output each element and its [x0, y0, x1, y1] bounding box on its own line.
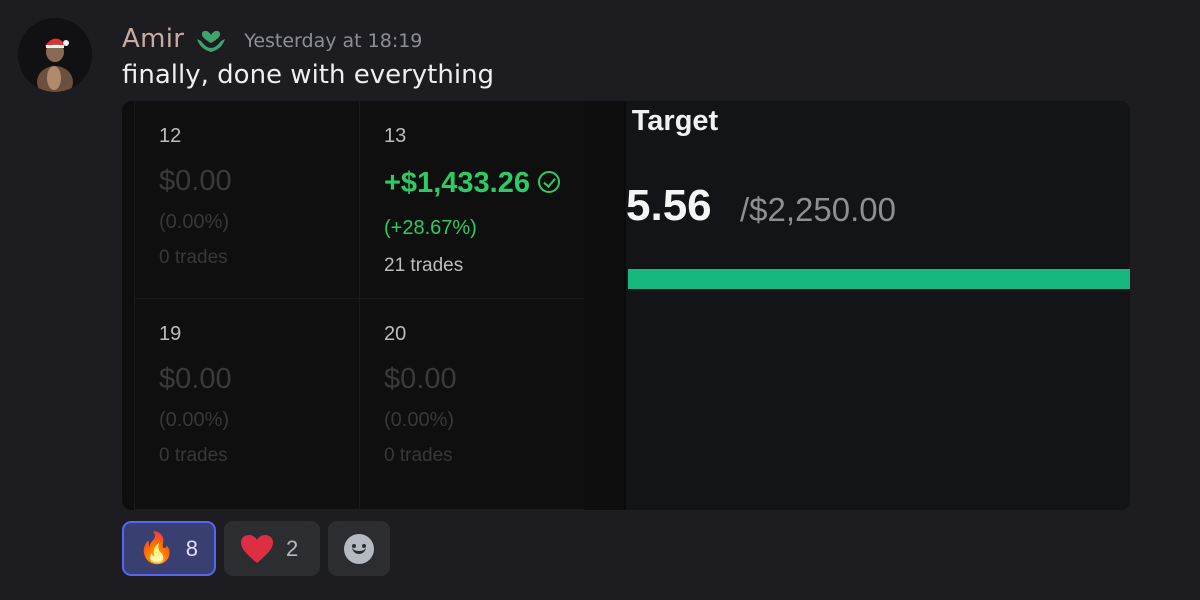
day-pnl: $0.00 [159, 363, 232, 395]
profit-target-panel: t Target 5.56 /$2,250.00 [614, 101, 1130, 510]
image-attachment[interactable]: t Target 5.56 /$2,250.00 12 $0.00 (0.00%… [122, 101, 1130, 510]
target-progress-fill [628, 269, 1130, 289]
calendar-day-cell: 12 $0.00 (0.00%) 0 trades [134, 101, 359, 299]
check-circle-icon [537, 171, 560, 194]
add-reaction-icon [344, 533, 374, 564]
day-trades: 21 trades [384, 255, 464, 276]
day-trades: 0 trades [159, 247, 228, 268]
day-number: 20 [384, 323, 407, 345]
day-percent: (0.00%) [384, 409, 455, 431]
calendar-day-cell: 19 $0.00 (0.00%) 0 trades [134, 299, 359, 510]
chat-message: Amir Yesterday at 18:19 finally, done wi… [0, 0, 1200, 600]
day-pnl: $0.00 [384, 363, 457, 395]
username[interactable]: Amir [122, 24, 184, 54]
avatar[interactable] [18, 18, 92, 92]
day-pnl: $0.00 [159, 165, 232, 197]
reaction-count: 8 [185, 535, 198, 561]
day-pnl-row: +$1,433.26 [384, 167, 560, 200]
timestamp[interactable]: Yesterday at 18:19 [244, 30, 422, 52]
calendar-day-cell: 13 +$1,433.26 (+28.67%) 21 trades [359, 101, 584, 299]
day-trades: 0 trades [384, 445, 453, 466]
reactions-bar: 🔥 8 2 [122, 521, 390, 576]
fire-icon: 🔥 [138, 530, 176, 566]
calendar-day-cell: 20 $0.00 (0.00%) 0 trades [359, 299, 584, 510]
target-total: /$2,250.00 [740, 191, 896, 228]
day-pnl: +$1,433.26 [384, 167, 530, 199]
day-percent: (0.00%) [159, 211, 230, 233]
add-reaction-button[interactable] [328, 521, 390, 576]
target-value: 5.56 [626, 181, 712, 230]
reaction-count: 2 [286, 535, 299, 561]
message-text: finally, done with everything [122, 60, 495, 90]
message-header: Amir Yesterday at 18:19 [122, 20, 422, 58]
target-title: t Target [614, 105, 719, 137]
pnl-calendar: 12 $0.00 (0.00%) 0 trades 13 +$1,433.26 … [122, 101, 626, 510]
reaction-fire[interactable]: 🔥 8 [122, 521, 216, 576]
day-trades: 0 trades [159, 445, 228, 466]
heart-icon [238, 534, 276, 564]
heart-hands-icon[interactable] [194, 23, 228, 55]
target-progress-bar [628, 269, 1130, 289]
day-percent: (0.00%) [159, 409, 230, 431]
day-number: 13 [384, 125, 407, 147]
reaction-heart[interactable]: 2 [224, 521, 320, 576]
day-number: 12 [159, 125, 182, 147]
avatar-image [18, 18, 92, 92]
day-number: 19 [159, 323, 182, 345]
day-percent: (+28.67%) [384, 217, 477, 239]
